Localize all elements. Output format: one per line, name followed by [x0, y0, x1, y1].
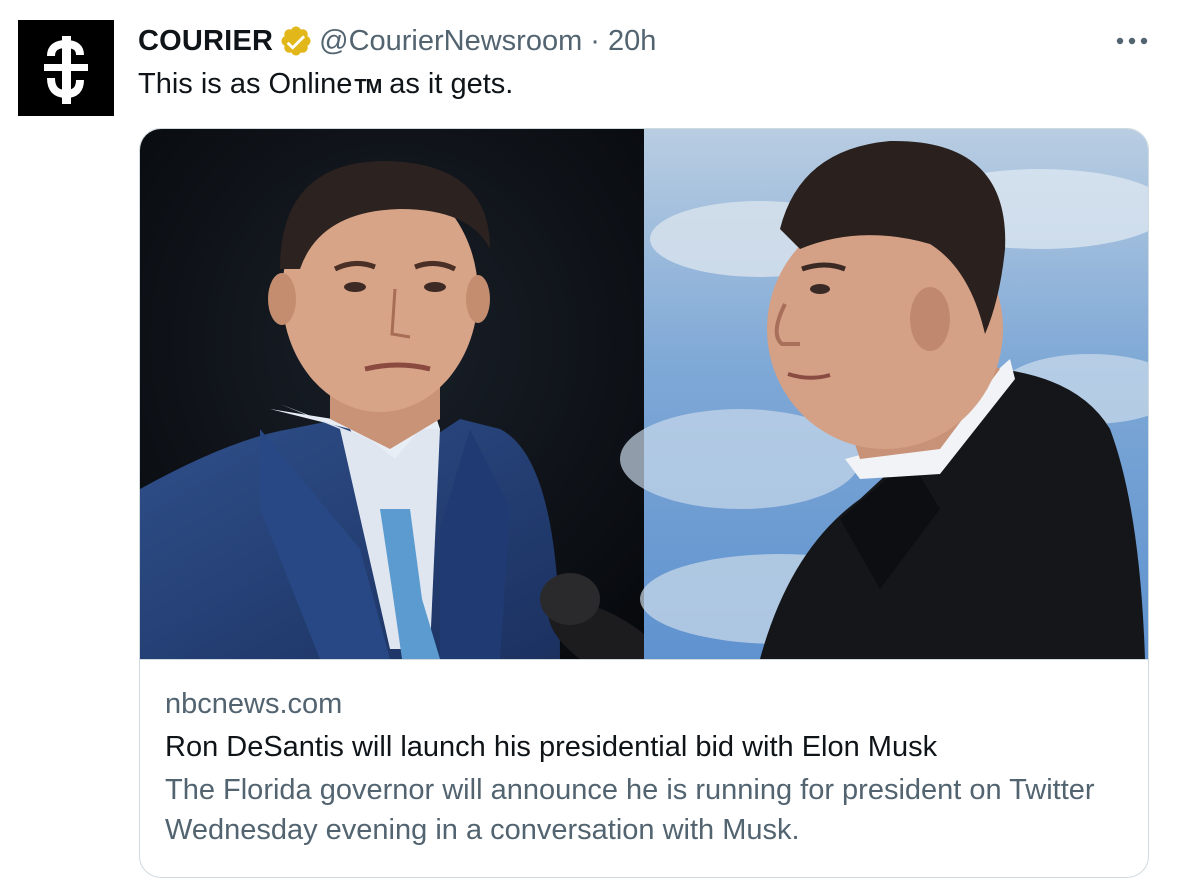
tweet-text-start: This is as Online [138, 68, 353, 100]
verified-badge-icon[interactable] [279, 24, 313, 58]
tweet-header: COURIER @CourierNewsroom · 20h [138, 22, 656, 60]
tweet-text-end: as it gets. [389, 68, 514, 100]
card-photo-illustration [140, 129, 1148, 659]
card-image[interactable] [140, 129, 1148, 660]
card-domain: nbcnews.com [165, 688, 343, 720]
tweet-timestamp[interactable]: 20h [608, 25, 656, 58]
tweet-text: This is as Online TM as it gets. [138, 64, 513, 107]
card-title: Ron DeSantis will launch his presidentia… [165, 731, 938, 763]
trademark-symbol: TM [354, 76, 382, 98]
author-avatar[interactable] [18, 20, 114, 116]
author-handle[interactable]: @CourierNewsroom [319, 25, 582, 58]
more-options-button[interactable] [1110, 26, 1154, 56]
link-preview-card[interactable]: nbcnews.com Ron DeSantis will launch his… [139, 128, 1149, 878]
author-name[interactable]: COURIER [138, 25, 273, 58]
card-text: nbcnews.com Ron DeSantis will launch his… [165, 684, 1125, 850]
card-description: The Florida governor will announce he is… [165, 774, 1095, 846]
more-horizontal-icon [1116, 37, 1148, 45]
courier-logo-icon [18, 20, 114, 116]
separator-dot: · [590, 24, 600, 57]
